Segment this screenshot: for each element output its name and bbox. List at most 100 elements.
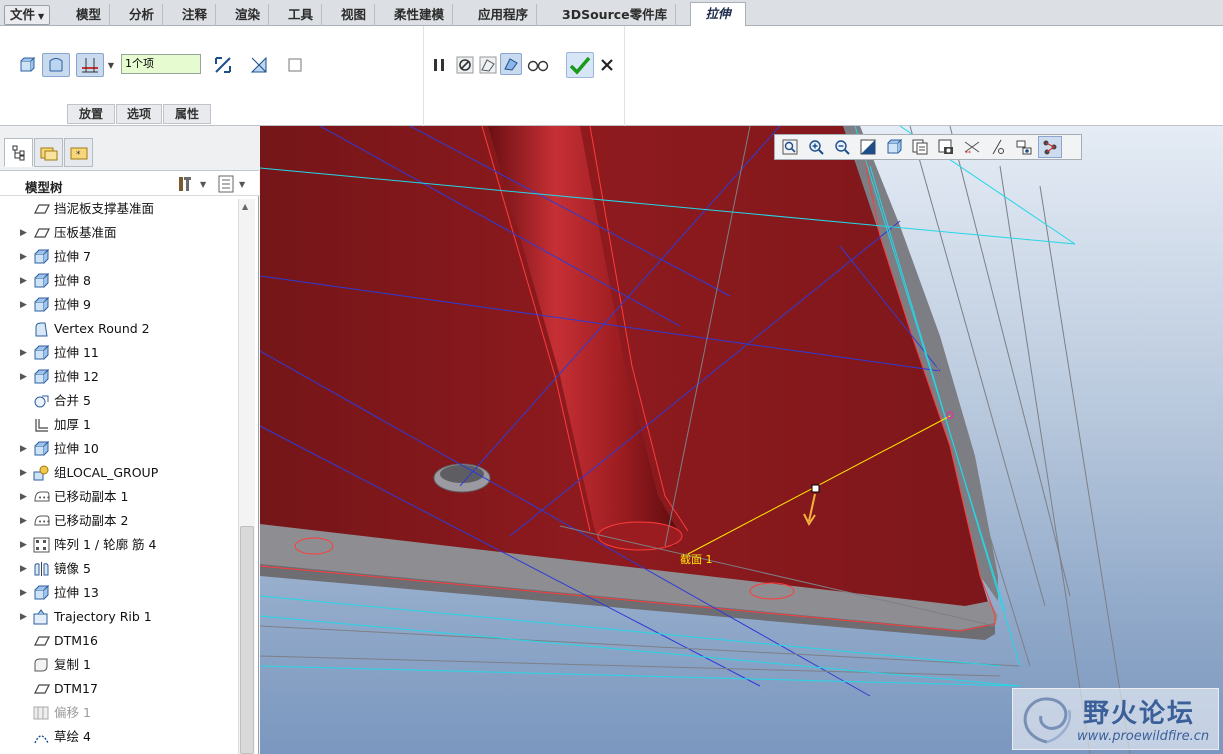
- tab-applications[interactable]: 应用程序: [470, 4, 538, 26]
- tree-item[interactable]: 复制 1: [0, 653, 238, 677]
- tree-item[interactable]: ▶ 压板基准面: [0, 221, 238, 245]
- tab-flexible-modeling-label: 柔性建模: [394, 7, 445, 22]
- expand-arrow-icon[interactable]: ▶: [20, 581, 30, 605]
- tree-item[interactable]: 加厚 1: [0, 413, 238, 437]
- tab-placement[interactable]: 放置: [67, 104, 115, 124]
- tree-settings-button[interactable]: ▼: [176, 174, 210, 194]
- tab-tools[interactable]: 工具: [280, 4, 323, 26]
- graphics-viewport[interactable]: 截面 1 **: [260, 126, 1223, 754]
- chevron-down-icon: ▼: [107, 60, 115, 70]
- tree-item[interactable]: ▶ 组LOCAL_GROUP: [0, 461, 238, 485]
- expand-arrow-icon[interactable]: ▶: [20, 293, 30, 317]
- tree-item[interactable]: ▶ Trajectory Rib 1: [0, 605, 238, 629]
- tab-render-label: 渲染: [235, 7, 261, 22]
- view-manager-icon: [938, 139, 953, 154]
- tree-item[interactable]: ▶ ••• 已移动副本 1: [0, 485, 238, 509]
- tree-item[interactable]: 挡泥板支撑基准面: [0, 197, 238, 221]
- expand-arrow-icon[interactable]: ▶: [20, 605, 30, 629]
- tab-model-tree[interactable]: [4, 138, 33, 167]
- tree-item[interactable]: 草绘 4: [0, 725, 238, 749]
- tab-options[interactable]: 选项: [116, 104, 162, 124]
- expand-arrow-icon[interactable]: ▶: [20, 509, 30, 533]
- tab-flexible-modeling[interactable]: 柔性建模: [386, 4, 454, 26]
- feature-preview-button[interactable]: [500, 53, 522, 75]
- zoom-in-button[interactable]: [804, 136, 828, 158]
- tab-analysis[interactable]: 分析: [121, 4, 164, 26]
- display-mode-toggle-button[interactable]: [1038, 136, 1062, 158]
- remove-material-icon: [250, 56, 267, 73]
- tab-folder-browser[interactable]: [34, 138, 63, 167]
- tree-item[interactable]: ▶ 拉伸 9: [0, 293, 238, 317]
- tree-item[interactable]: Vertex Round 2: [0, 317, 238, 341]
- tree-item-label: 压板基准面: [54, 225, 117, 240]
- tree-show-button[interactable]: ▼: [218, 174, 256, 194]
- scroll-thumb[interactable]: [240, 526, 254, 754]
- ok-button[interactable]: [566, 52, 594, 78]
- tab-favorites[interactable]: *: [64, 138, 93, 167]
- tab-render[interactable]: 渲染: [227, 4, 270, 26]
- no-preview-button[interactable]: [454, 54, 476, 76]
- thicken-sketch-button[interactable]: [284, 54, 306, 76]
- expand-arrow-icon[interactable]: ▶: [20, 221, 30, 245]
- extrude-surface-button[interactable]: [42, 53, 70, 77]
- view-manager-button[interactable]: [934, 136, 958, 158]
- saved-orientations-button[interactable]: [908, 136, 932, 158]
- tree-item[interactable]: ▶ 阵列 1 / 轮廓 筋 4: [0, 533, 238, 557]
- expand-arrow-icon[interactable]: ▶: [20, 341, 30, 365]
- tree-item[interactable]: ▶ 镜像 5: [0, 557, 238, 581]
- zoom-out-icon: [835, 140, 850, 155]
- expand-arrow-icon[interactable]: ▶: [20, 365, 30, 389]
- expand-arrow-icon[interactable]: ▶: [20, 437, 30, 461]
- extrude-solid-button[interactable]: [16, 54, 38, 76]
- cancel-button[interactable]: [596, 54, 618, 76]
- extrude-dashboard: ▼ 1个项 放置 选项 属性: [0, 26, 1223, 126]
- depth-option-button[interactable]: [76, 53, 104, 77]
- repaint-button[interactable]: [856, 136, 880, 158]
- tab-properties[interactable]: 属性: [163, 104, 211, 124]
- verify-mode-button[interactable]: [525, 54, 551, 76]
- tree-item[interactable]: 合并 5: [0, 389, 238, 413]
- expand-arrow-icon[interactable]: ▶: [20, 269, 30, 293]
- tree-item-label: 拉伸 10: [54, 441, 99, 456]
- tree-item[interactable]: ▶ 拉伸 13: [0, 581, 238, 605]
- model-tree-scrollbar[interactable]: ▲: [238, 199, 255, 754]
- tree-item[interactable]: ▶ 拉伸 8: [0, 269, 238, 293]
- display-style-button[interactable]: [882, 136, 906, 158]
- tree-item[interactable]: ▶ ••• 已移动副本 2: [0, 509, 238, 533]
- expand-arrow-icon[interactable]: ▶: [20, 557, 30, 581]
- scroll-up-arrow[interactable]: ▲: [242, 202, 248, 211]
- flip-direction-button[interactable]: [212, 54, 234, 76]
- zoom-out-button[interactable]: [830, 136, 854, 158]
- navigator-panel: * 模型树 ▼ ▼ 挡泥板支撑基准面 ▶ 压板基准面 ▶ 拉伸 7 ▶ 拉伸 8 ▶ 拉伸 9 V…: [0, 126, 259, 754]
- tree-item[interactable]: ▶ 拉伸 7: [0, 245, 238, 269]
- datum-display-filter-button[interactable]: **: [960, 136, 984, 158]
- tab-model[interactable]: 模型: [68, 4, 111, 26]
- tab-3dsource-library[interactable]: 3DSource零件库: [554, 4, 677, 26]
- annotation-display-button[interactable]: [986, 136, 1010, 158]
- tree-item-label: 草绘 4: [54, 729, 91, 744]
- drag-handle[interactable]: [811, 484, 820, 493]
- tree-item[interactable]: ▶ 拉伸 11: [0, 341, 238, 365]
- expand-arrow-icon[interactable]: ▶: [20, 461, 30, 485]
- depth-reference-field[interactable]: 1个项: [121, 54, 201, 74]
- tab-view[interactable]: 视图: [333, 4, 376, 26]
- remove-material-button[interactable]: [248, 54, 270, 76]
- tree-item[interactable]: DTM16: [0, 629, 238, 653]
- tab-extrude[interactable]: 拉伸: [690, 2, 746, 27]
- tree-item[interactable]: 偏移 1: [0, 701, 238, 725]
- spin-center-button[interactable]: [1012, 136, 1036, 158]
- expand-arrow-icon[interactable]: ▶: [20, 533, 30, 557]
- tree-item[interactable]: ▶ 拉伸 12: [0, 365, 238, 389]
- expand-arrow-icon[interactable]: ▶: [20, 485, 30, 509]
- tree-item[interactable]: ▶ 拉伸 10: [0, 437, 238, 461]
- expand-arrow-icon[interactable]: ▶: [20, 245, 30, 269]
- geometry-preview-button[interactable]: [477, 54, 499, 76]
- depth-option-dropdown[interactable]: ▼: [104, 54, 118, 76]
- refit-button[interactable]: [778, 136, 802, 158]
- tab-properties-label: 属性: [174, 107, 199, 121]
- tree-item[interactable]: DTM17: [0, 677, 238, 701]
- file-menu-button[interactable]: 文件 ▼: [4, 5, 51, 25]
- tab-annotate[interactable]: 注释: [174, 4, 217, 26]
- tree-item-label: 镜像 5: [54, 561, 91, 576]
- pause-button[interactable]: [428, 54, 450, 76]
